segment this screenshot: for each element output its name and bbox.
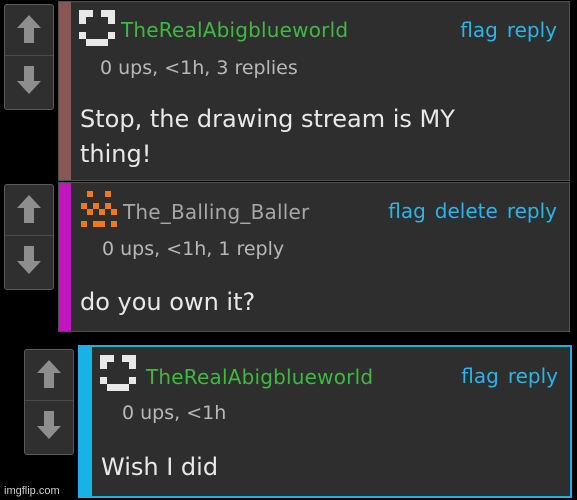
orange-pixel-face-icon xyxy=(81,191,117,227)
flag-link[interactable]: flag xyxy=(461,364,499,388)
arrow-up-icon xyxy=(17,15,41,43)
arrow-down-icon xyxy=(17,246,41,274)
reply-link[interactable]: reply xyxy=(507,199,557,223)
comment-username[interactable]: TheRealAbigblueworld xyxy=(121,18,348,42)
upvote-button[interactable] xyxy=(25,350,73,398)
smiley-face-icon xyxy=(100,355,136,391)
comment[interactable]: TheRealAbigblueworld flag reply 0 ups, <… xyxy=(78,345,572,498)
comment-actions: flag delete reply xyxy=(388,199,557,223)
comment-depth-stripe xyxy=(80,347,92,496)
arrow-down-icon xyxy=(17,66,41,94)
comment-body: Stop, the drawing stream is MY thing! xyxy=(80,105,455,168)
flag-link[interactable]: flag xyxy=(460,18,498,42)
comment: TheRealAbigblueworld flag reply 0 ups, <… xyxy=(58,1,570,181)
flag-link[interactable]: flag xyxy=(388,199,426,223)
reply-link[interactable]: reply xyxy=(508,364,558,388)
vote-column xyxy=(4,184,54,290)
upvote-button[interactable] xyxy=(5,185,53,233)
vote-column xyxy=(4,4,54,110)
comment-depth-stripe xyxy=(59,183,71,331)
comment-body: Wish I did xyxy=(101,453,219,481)
downvote-button[interactable] xyxy=(25,400,73,449)
comment-actions: flag reply xyxy=(461,364,558,388)
comment-depth-stripe xyxy=(59,2,71,180)
comment-username[interactable]: The_Balling_Baller xyxy=(123,200,309,224)
downvote-button[interactable] xyxy=(5,55,53,104)
arrow-down-icon xyxy=(37,411,61,439)
comment-username[interactable]: TheRealAbigblueworld xyxy=(146,365,373,389)
smiley-face-icon xyxy=(79,10,115,46)
comment-meta: 0 ups, <1h xyxy=(122,402,227,424)
arrow-up-icon xyxy=(17,195,41,223)
comment-meta: 0 ups, <1h, 3 replies xyxy=(100,57,298,79)
watermark: imgflip.com xyxy=(4,485,60,497)
comment-actions: flag reply xyxy=(460,18,557,42)
delete-link[interactable]: delete xyxy=(435,199,498,223)
comment-meta: 0 ups, <1h, 1 reply xyxy=(102,238,285,260)
vote-column xyxy=(24,349,74,455)
comment-body: do you own it? xyxy=(80,288,256,316)
arrow-up-icon xyxy=(37,360,61,388)
upvote-button[interactable] xyxy=(5,5,53,53)
reply-link[interactable]: reply xyxy=(507,18,557,42)
downvote-button[interactable] xyxy=(5,235,53,284)
comment: The_Balling_Baller flag delete reply 0 u… xyxy=(58,182,570,332)
